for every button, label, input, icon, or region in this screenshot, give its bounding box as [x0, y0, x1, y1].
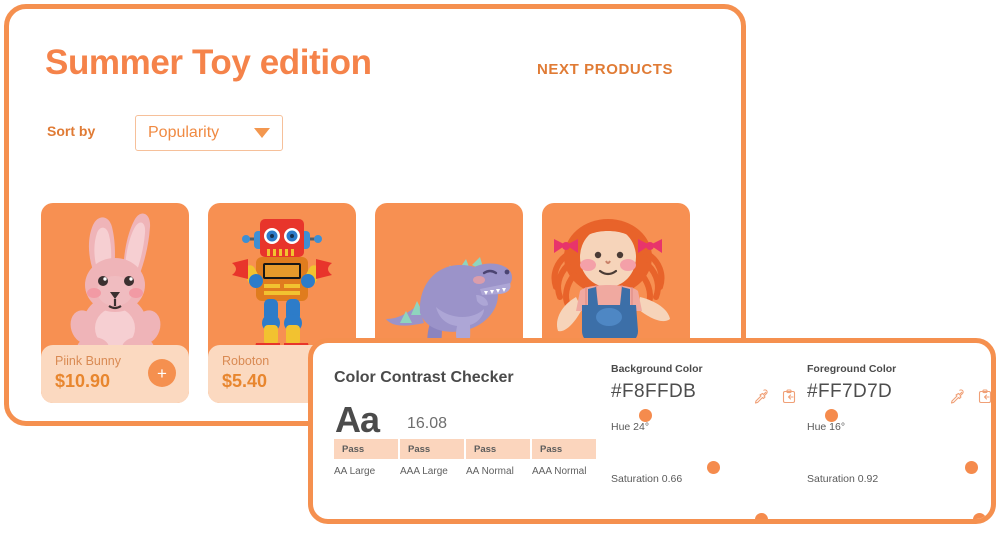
foreground-color-label: Foreground Color — [807, 363, 897, 375]
copy-icon[interactable] — [977, 389, 993, 405]
hue-label: Hue 24° — [611, 421, 650, 433]
product-card-bunny[interactable]: Piink Bunny $10.90 + — [41, 203, 189, 403]
background-color-label: Background Color — [611, 363, 703, 375]
result-caption: AAA Normal — [532, 466, 587, 477]
result-caption: AAA Large — [400, 466, 448, 477]
next-products-link[interactable]: NEXT PRODUCTS — [537, 61, 673, 78]
result-caption: AA Normal — [466, 466, 514, 477]
hue-slider-background[interactable]: Hue 24° — [611, 409, 801, 455]
sort-by-select[interactable]: Popularity — [135, 115, 283, 151]
saturation-label: Saturation 0.92 — [807, 473, 879, 485]
result-aa-normal: Pass AA Normal — [466, 439, 530, 477]
screenshot-root: Summer Toy edition NEXT PRODUCTS Sort by… — [0, 0, 1000, 533]
foreground-color-actions — [949, 389, 993, 405]
slider-handle[interactable] — [707, 461, 720, 474]
result-caption: AA Large — [334, 466, 376, 477]
slider-handle[interactable] — [639, 409, 652, 422]
status-badge: Pass — [400, 439, 464, 459]
eyedropper-icon[interactable] — [753, 389, 769, 405]
saturation-slider-background[interactable]: Saturation 0.66 — [611, 461, 801, 507]
status-badge: Pass — [532, 439, 596, 459]
status-badge: Pass — [466, 439, 530, 459]
background-color-column: Background Color #F8FFDB Hue 24° Saturat… — [611, 363, 801, 519]
chevron-down-icon — [254, 128, 270, 138]
add-to-cart-button[interactable]: + — [148, 359, 176, 387]
slider-handle[interactable] — [755, 513, 768, 519]
bunny-toy-image — [59, 209, 171, 361]
result-aaa-large: Pass AAA Large — [400, 439, 464, 477]
page-title: Summer Toy edition — [45, 43, 372, 82]
foreground-color-column: Foreground Color #FF7D7D Hue 16° Saturat… — [807, 363, 993, 519]
slider-handle[interactable] — [973, 513, 986, 519]
hue-label: Hue 16° — [807, 421, 846, 433]
copy-icon[interactable] — [781, 389, 797, 405]
slider-handle[interactable] — [965, 461, 978, 474]
hue-slider-foreground[interactable]: Hue 16° — [807, 409, 991, 455]
status-badge: Pass — [334, 439, 398, 459]
slider-handle[interactable] — [825, 409, 838, 422]
result-aa-large: Pass AA Large — [334, 439, 398, 477]
background-color-actions — [753, 389, 797, 405]
result-aaa-normal: Pass AAA Normal — [532, 439, 596, 477]
saturation-slider-foreground[interactable]: Saturation 0.92 — [807, 461, 991, 507]
eyedropper-icon[interactable] — [949, 389, 965, 405]
color-contrast-checker-panel: Color Contrast Checker Aa 16.08 Pass AA … — [308, 338, 996, 524]
contrast-ratio-value: 16.08 — [407, 415, 448, 432]
contrast-sample-text: Aa — [335, 399, 380, 440]
sort-by-label: Sort by — [47, 123, 96, 139]
sort-by-value: Popularity — [148, 124, 220, 141]
product-info: Piink Bunny $10.90 + — [41, 345, 189, 403]
saturation-label: Saturation 0.66 — [611, 473, 683, 485]
panel-title: Color Contrast Checker — [334, 369, 514, 386]
